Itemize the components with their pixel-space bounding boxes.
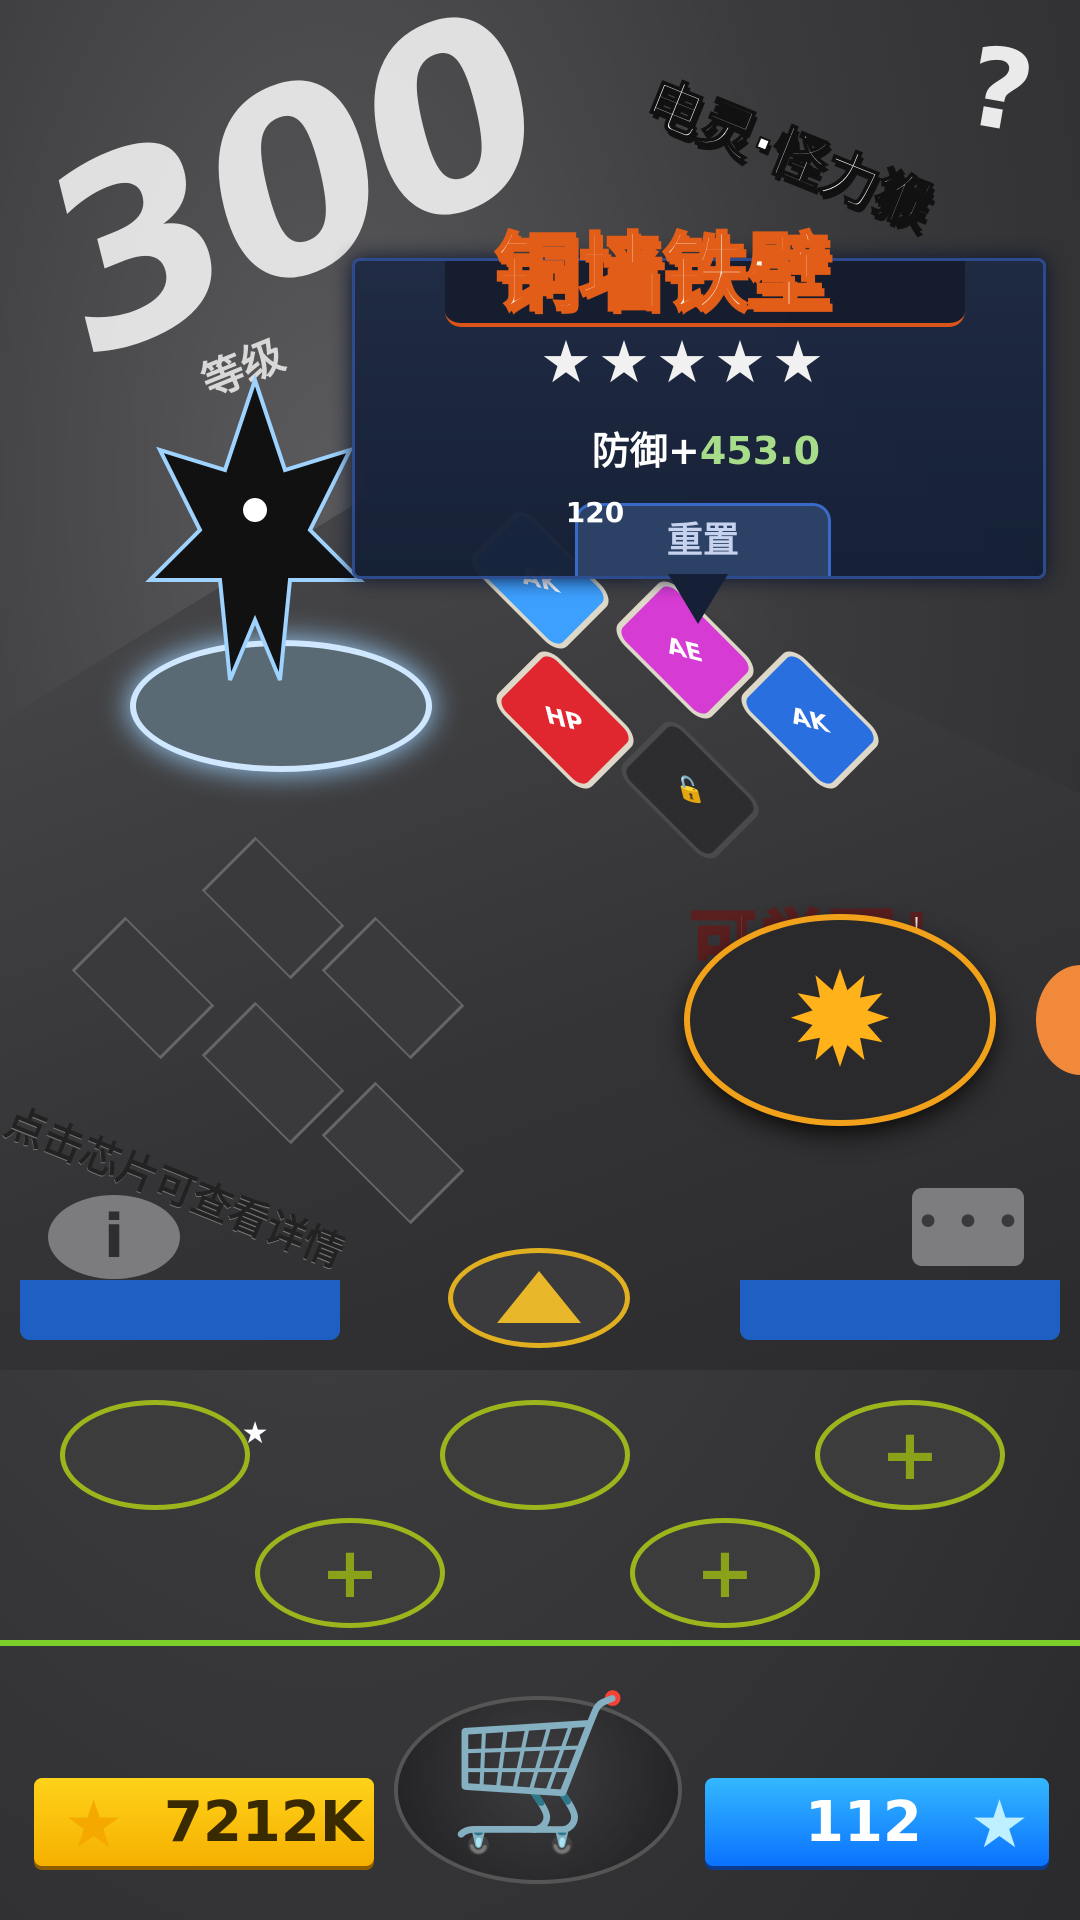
upgrade-button[interactable] [448,1248,630,1348]
left-panel-base [20,1280,340,1340]
plus-icon: + [695,1532,755,1614]
info-button[interactable]: i [48,1195,180,1279]
stat-label: 防御+ [592,429,700,473]
reset-cost: 120 [560,472,630,548]
awaken-button[interactable]: ✹ [690,920,990,1120]
gold-counter[interactable]: ★ 7212K [34,1778,374,1866]
gem-value: 112 [805,1790,922,1855]
stat-value: 453.0 [699,429,821,473]
help-icon: ? [957,21,1043,159]
arrow-up-icon [497,1271,581,1323]
game-scene: 300 等级 电灵·怪力猴 ? AK AE HP AK 🔓 可觉醒！ ✹ 点击芯… [0,0,1080,1920]
slot-2[interactable] [440,1400,630,1510]
lock-icon: 🔓 [671,772,709,808]
gem-counter[interactable]: 112 ★ [705,1778,1049,1866]
slot-5[interactable]: + [630,1518,820,1628]
help-button[interactable]: ? [935,21,1064,158]
gold-star-icon: ★ [64,1786,124,1863]
gold-value: 7212K [164,1790,364,1855]
slot-3[interactable]: + [815,1400,1005,1510]
info-icon: i [103,1202,125,1272]
chat-icon: • • • [915,1197,1021,1248]
plus-icon: + [320,1532,380,1614]
sun-icon: ✹ [785,944,895,1096]
hero-character[interactable] [140,360,370,690]
shop-button[interactable]: 🛒 [398,1686,678,1880]
plus-icon: + [880,1414,940,1496]
chat-button[interactable]: • • • [912,1188,1024,1266]
gem-star-icon: ★ [969,1786,1029,1863]
popup-pointer [668,574,728,624]
popup-stat: 防御+453.0 [592,420,820,475]
right-panel-base [740,1280,1060,1340]
popup-stars: ★★★★★ [540,328,830,396]
cart-icon: 🛒 [446,1686,633,1860]
slot-1[interactable] [60,1400,250,1510]
slot-4[interactable]: + [255,1518,445,1628]
popup-title: 铜墙铁壁 [493,223,832,324]
